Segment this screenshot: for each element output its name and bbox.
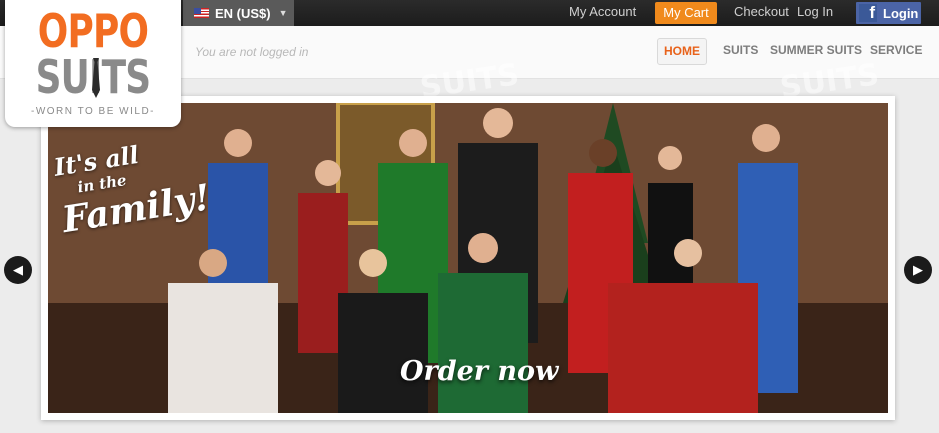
my-account-link[interactable]: My Account <box>569 0 636 26</box>
logo-text-oppo: OPPO <box>37 4 149 58</box>
carousel-next-button[interactable]: ▶ <box>904 256 932 284</box>
nav-home[interactable]: HOME <box>657 38 707 65</box>
chevron-left-icon: ◀ <box>13 262 23 277</box>
facebook-login-label: Login <box>883 5 919 21</box>
tie-icon <box>92 58 100 98</box>
language-label: EN (US$) <box>215 5 271 21</box>
hero-banner[interactable]: It's all in the Family! Order now <box>48 103 888 413</box>
order-now-link[interactable]: Order now <box>400 356 558 387</box>
us-flag-icon <box>194 8 209 18</box>
language-selector[interactable]: EN (US$) ▼ <box>183 0 294 26</box>
facebook-login-button[interactable]: f Login <box>856 2 921 24</box>
nav-service[interactable]: SERVICE <box>870 43 922 57</box>
facebook-icon: f <box>859 4 877 22</box>
login-status: You are not logged in <box>195 45 309 59</box>
my-cart-button[interactable]: My Cart <box>655 2 717 24</box>
nav-suits[interactable]: SUITS <box>723 43 758 57</box>
chevron-right-icon: ▶ <box>913 262 923 277</box>
nav-summer-suits[interactable]: SUMMER SUITS <box>770 43 862 57</box>
logo-tagline: -WORN TO BE WILD- <box>30 106 156 117</box>
caret-down-icon: ▼ <box>278 8 288 18</box>
site-logo[interactable]: OPPO SUITS -WORN TO BE WILD- <box>5 0 181 127</box>
login-link[interactable]: Log In <box>797 0 833 26</box>
carousel-prev-button[interactable]: ◀ <box>4 256 32 284</box>
checkout-link[interactable]: Checkout <box>734 0 789 26</box>
